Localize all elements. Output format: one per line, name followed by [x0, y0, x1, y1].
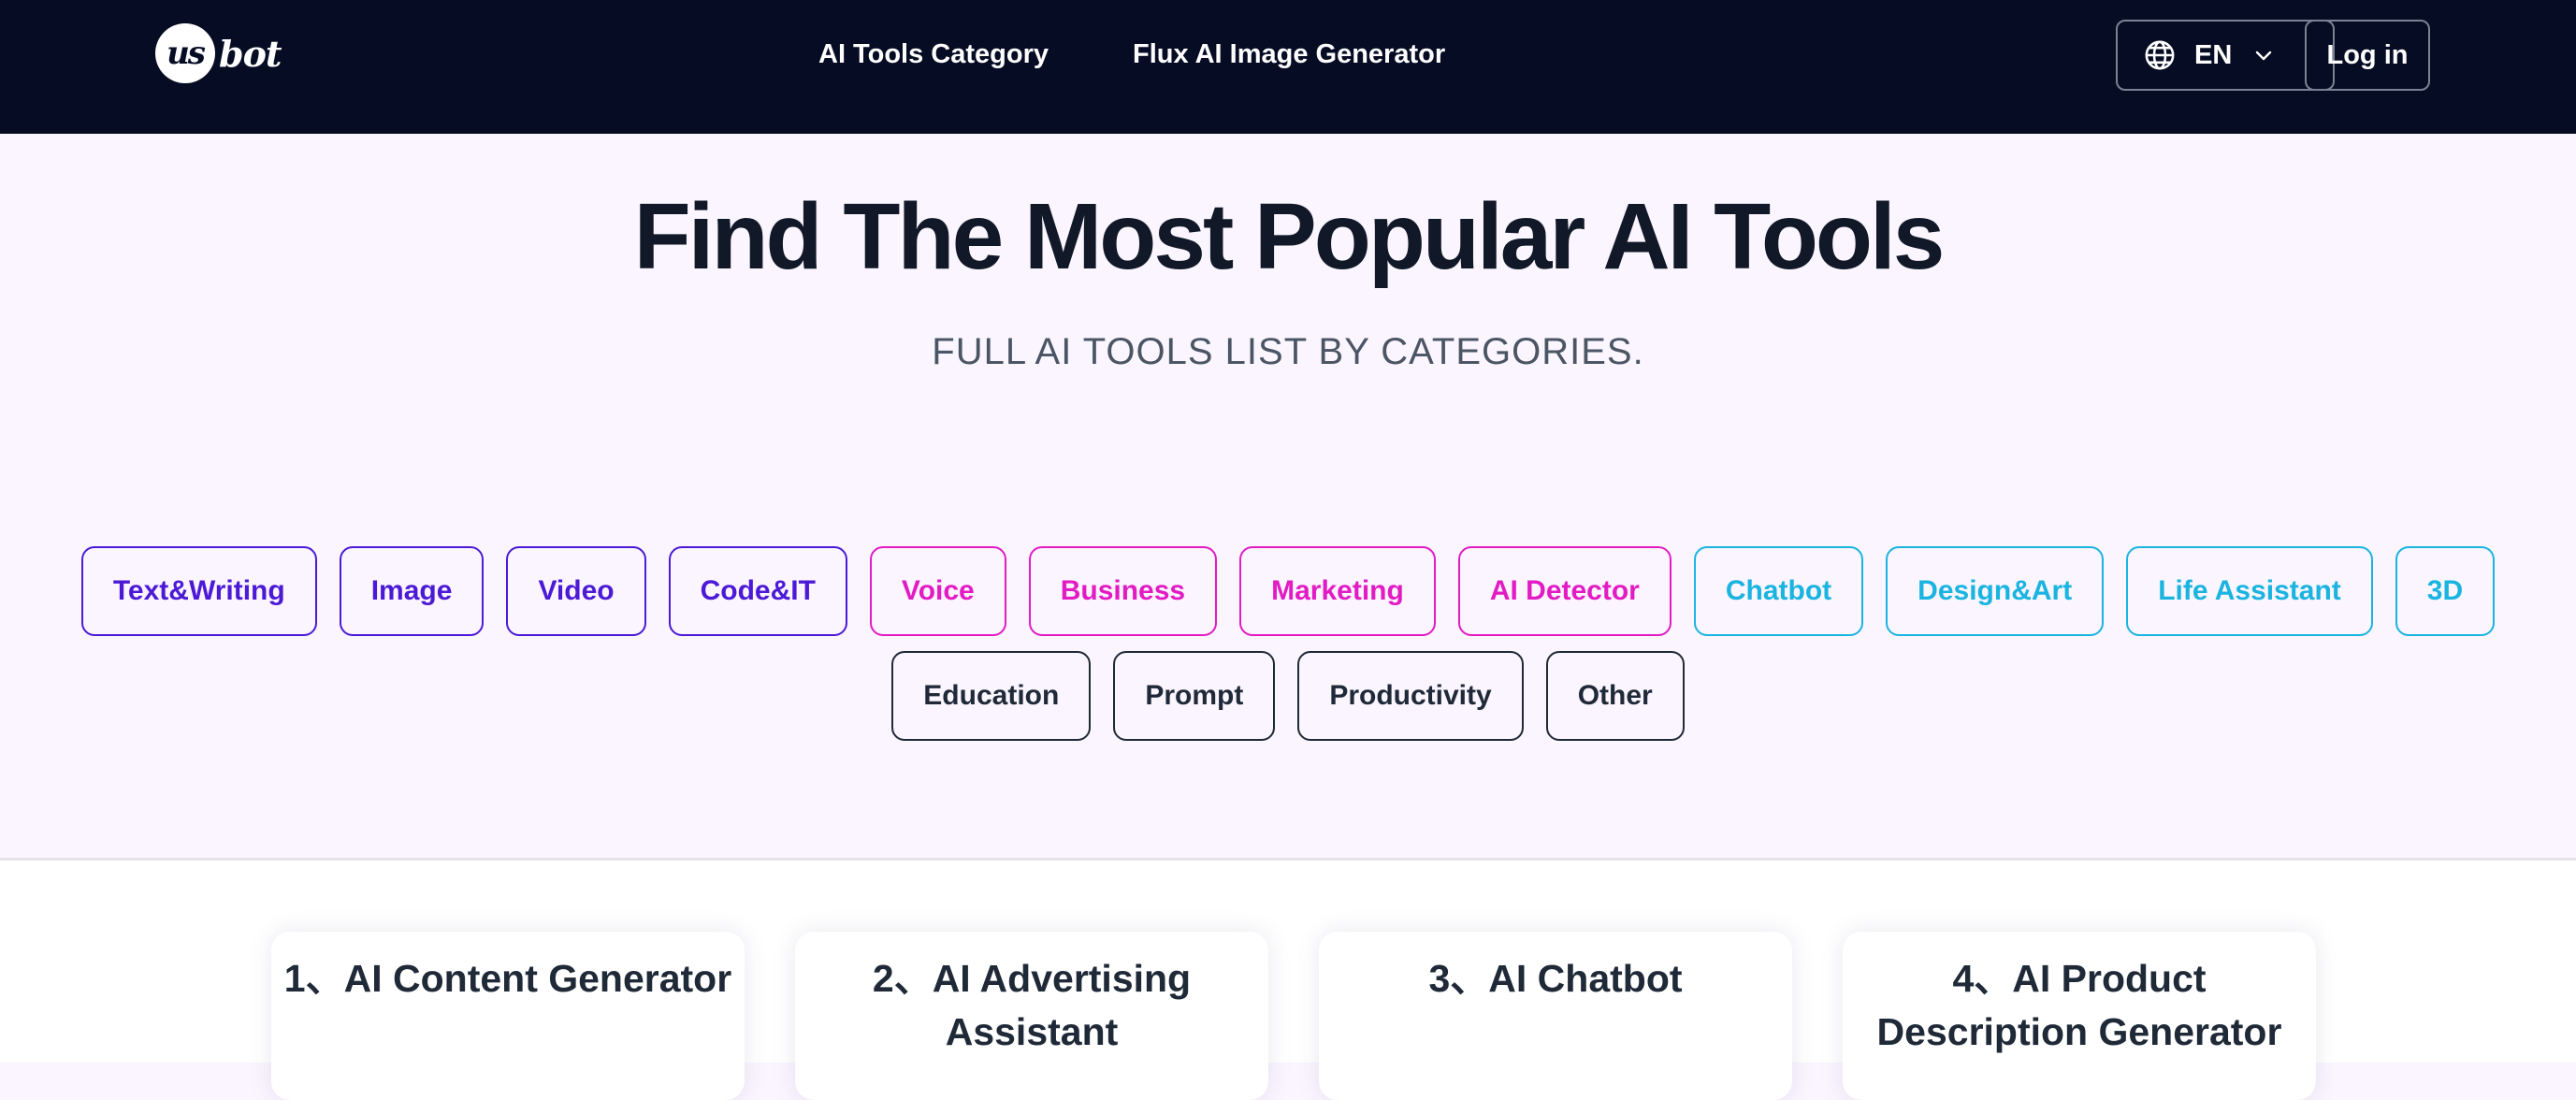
site-header: us bot AI Tools Category Flux AI Image G… — [0, 0, 2576, 134]
site-logo[interactable]: us bot — [155, 22, 282, 84]
category-design-art[interactable]: Design&Art — [1886, 546, 2105, 636]
card-title: 2、AI Advertising Assistant — [872, 957, 1192, 1053]
language-selector[interactable]: EN — [2116, 20, 2335, 91]
nav-flux-ai-image-generator[interactable]: Flux AI Image Generator — [1133, 36, 1445, 73]
category-card[interactable]: 4、AI Product Description Generator — [1843, 932, 2316, 1100]
category-row-2: Education Prompt Productivity Other — [0, 651, 2576, 741]
card-title: 1、AI Content Generator — [283, 957, 732, 1000]
category-image[interactable]: Image — [339, 546, 485, 636]
category-education[interactable]: Education — [891, 651, 1092, 741]
category-prompt[interactable]: Prompt — [1113, 651, 1276, 741]
category-card[interactable]: 2、AI Advertising Assistant — [795, 932, 1268, 1100]
category-code-it[interactable]: Code&IT — [668, 546, 847, 636]
category-productivity[interactable]: Productivity — [1297, 651, 1524, 741]
card-title: 4、AI Product Description Generator — [1876, 957, 2282, 1053]
chevron-down-icon — [2256, 51, 2272, 61]
category-ai-detector[interactable]: AI Detector — [1457, 546, 1672, 636]
category-text-writing[interactable]: Text&Writing — [80, 546, 317, 636]
page-subtitle: FULL AI TOOLS LIST BY CATEGORIES. — [932, 331, 1644, 372]
card-title: 3、AI Chatbot — [1428, 957, 1683, 1000]
nav-ai-tools-category[interactable]: AI Tools Category — [818, 36, 1049, 73]
logo-text: bot — [219, 32, 282, 75]
category-card[interactable]: 3、AI Chatbot — [1319, 932, 1792, 1100]
category-chatbot[interactable]: Chatbot — [1693, 546, 1864, 636]
category-other[interactable]: Other — [1545, 651, 1685, 741]
logo-mark: us — [155, 23, 215, 83]
category-card[interactable]: 1、AI Content Generator — [271, 932, 745, 1100]
category-marketing[interactable]: Marketing — [1239, 546, 1436, 636]
category-3d[interactable]: 3D — [2395, 546, 2496, 636]
category-business[interactable]: Business — [1028, 546, 1218, 636]
language-label: EN — [2194, 39, 2233, 70]
login-button[interactable]: Log in — [2305, 20, 2430, 91]
page-title: Find The Most Popular AI Tools — [633, 184, 1946, 289]
category-row-1: Text&Writing Image Video Code&IT Voice B… — [0, 546, 2576, 636]
category-life-assistant[interactable]: Life Assistant — [2126, 546, 2373, 636]
category-video[interactable]: Video — [506, 546, 646, 636]
globe-icon — [2145, 40, 2175, 70]
category-voice[interactable]: Voice — [869, 546, 1006, 636]
